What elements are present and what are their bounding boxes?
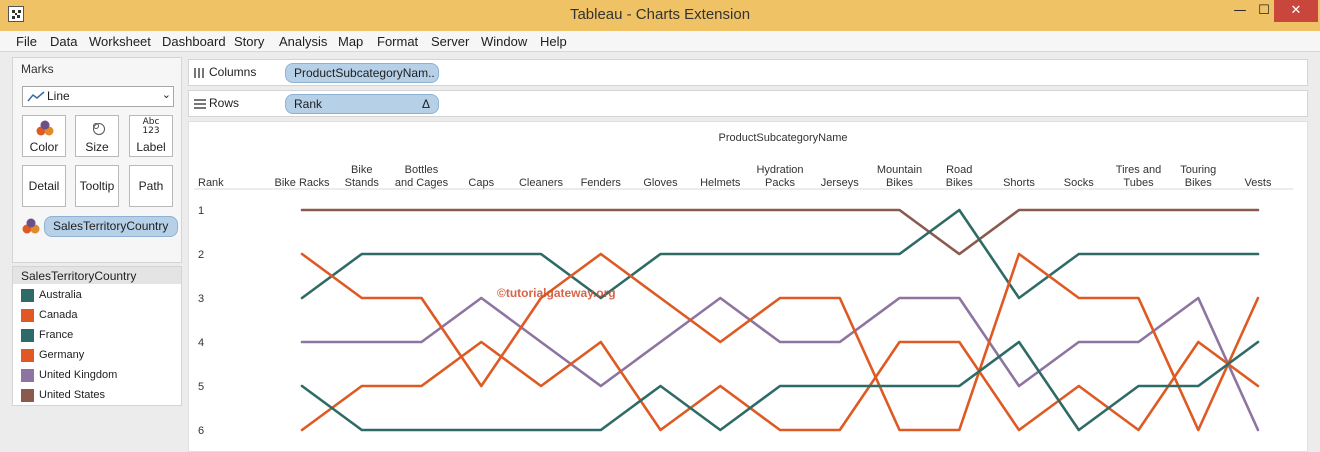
label-card-label: Label xyxy=(136,140,166,154)
column-header: Jerseys xyxy=(821,177,859,189)
menu-dashboard[interactable]: Dashboard xyxy=(162,34,226,49)
column-header: Tires and Tubes xyxy=(1116,164,1161,189)
column-header: Gloves xyxy=(643,177,678,189)
size-card[interactable]: Size xyxy=(75,115,119,157)
column-header: Socks xyxy=(1064,177,1094,189)
menu-data[interactable]: Data xyxy=(50,34,77,49)
color-palette-icon xyxy=(22,218,40,234)
rows-pill-text: Rank xyxy=(294,97,323,111)
marks-card: Marks Line ⌄ Color Size Abc 123 Label De… xyxy=(12,57,182,263)
bump-chart: ProductSubcategoryName Rank Bike Racks Bike… xyxy=(194,132,1293,437)
mark-type-value: Line xyxy=(47,89,70,103)
viz-canvas: ProductSubcategoryName Rank Bike Racks Bike… xyxy=(188,121,1308,452)
column-header: Touring Bikes xyxy=(1180,164,1216,189)
menu-map[interactable]: Map xyxy=(338,34,363,49)
table-calc-delta-icon: Δ xyxy=(421,97,430,111)
size-card-label: Size xyxy=(85,140,109,154)
columns-icon xyxy=(194,68,204,78)
column-header: Vests xyxy=(1245,177,1272,189)
window-title: Tableau - Charts Extension xyxy=(569,6,751,23)
watermark: ©tutorialgateway.org xyxy=(497,286,616,300)
column-header: Road Bikes xyxy=(946,164,973,189)
tooltip-card-label: Tooltip xyxy=(79,179,115,193)
column-header: Cleaners xyxy=(519,177,564,189)
column-header: Bottles and Cages xyxy=(395,164,449,189)
path-card[interactable]: Path xyxy=(129,165,173,207)
menu-server[interactable]: Server xyxy=(431,34,469,49)
columns-label: Columns xyxy=(209,65,257,79)
detail-card-label: Detail xyxy=(28,179,60,193)
columns-shelf[interactable]: Columns ProductSubcategoryNam.. xyxy=(188,59,1308,86)
series-line xyxy=(300,340,1260,432)
color-field-pill[interactable]: SalesTerritoryCountry xyxy=(44,216,178,237)
legend-label: France xyxy=(39,329,74,341)
column-header: Mountain Bikes xyxy=(877,164,922,189)
chart-title: ProductSubcategoryName xyxy=(718,132,847,144)
column-header: Fenders xyxy=(581,177,622,189)
legend-label: United States xyxy=(39,389,106,401)
menu-story[interactable]: Story xyxy=(234,34,264,49)
size-icon xyxy=(93,123,105,135)
legend-swatch xyxy=(21,289,34,302)
detail-card[interactable]: Detail xyxy=(22,165,66,207)
line-chart-icon xyxy=(27,91,45,102)
chevron-down-icon: ⌄ xyxy=(161,88,171,101)
menu-help[interactable]: Help xyxy=(540,34,567,49)
legend-swatch xyxy=(21,389,34,402)
color-legend: SalesTerritoryCountry Australia Canada F… xyxy=(12,266,182,406)
legend-label: United Kingdom xyxy=(39,369,118,381)
menu-file[interactable]: File xyxy=(16,34,37,49)
minimize-button[interactable]: — xyxy=(1226,0,1254,22)
rows-icon xyxy=(194,99,206,109)
legend-swatch xyxy=(21,309,34,322)
y-axis-title: Rank xyxy=(198,177,224,189)
menu-analysis[interactable]: Analysis xyxy=(279,34,327,49)
close-button[interactable]: ✕ xyxy=(1274,0,1318,22)
path-card-label: Path xyxy=(138,179,164,193)
label-card[interactable]: Abc 123 Label xyxy=(129,115,173,157)
maximize-button[interactable]: ☐ xyxy=(1254,0,1274,22)
mark-type-dropdown[interactable]: Line ⌄ xyxy=(22,86,174,107)
legend-label: Australia xyxy=(39,289,82,301)
column-header: Bike Stands xyxy=(345,164,380,189)
y-tick-label: 5 xyxy=(198,381,204,393)
abc-123-icon: Abc 123 xyxy=(142,117,160,136)
rows-label: Rows xyxy=(209,96,240,110)
series-line xyxy=(300,208,1260,256)
title-bar: Tableau - Charts Extension — ☐ ✕ xyxy=(0,0,1320,31)
legend-swatch xyxy=(21,349,34,362)
menu-format[interactable]: Format xyxy=(377,34,418,49)
y-tick-label: 3 xyxy=(198,293,204,305)
color-card-label: Color xyxy=(29,140,59,154)
color-card[interactable]: Color xyxy=(22,115,66,157)
menu-worksheet[interactable]: Worksheet xyxy=(89,34,151,49)
rows-field-pill[interactable]: Rank Δ xyxy=(285,94,439,114)
marks-title: Marks xyxy=(21,62,54,76)
menu-window[interactable]: Window xyxy=(481,34,527,49)
series-line xyxy=(300,296,1260,432)
column-header: Shorts xyxy=(1003,177,1035,189)
legend-title: SalesTerritoryCountry xyxy=(13,267,181,284)
column-header: Hydration Packs xyxy=(756,164,803,189)
color-palette-icon xyxy=(36,120,54,136)
columns-field-pill[interactable]: ProductSubcategoryNam.. xyxy=(285,63,439,83)
series-line xyxy=(300,208,1260,300)
y-tick-label: 2 xyxy=(198,249,204,261)
column-header: Bike Racks xyxy=(274,177,330,189)
rows-shelf[interactable]: Rows Rank Δ xyxy=(188,90,1308,117)
y-tick-label: 6 xyxy=(198,425,204,437)
color-encoding-row: SalesTerritoryCountry xyxy=(22,216,178,237)
tooltip-card[interactable]: Tooltip xyxy=(75,165,119,207)
legend-swatch xyxy=(21,369,34,382)
y-tick-label: 1 xyxy=(198,205,204,217)
menu-bar: File Data Worksheet Dashboard Story Anal… xyxy=(0,31,1320,52)
legend-label: Germany xyxy=(39,349,85,361)
column-header: Caps xyxy=(468,177,494,189)
column-header: Helmets xyxy=(700,177,741,189)
legend-label: Canada xyxy=(39,309,78,321)
y-tick-label: 4 xyxy=(198,337,204,349)
legend-swatch xyxy=(21,329,34,342)
